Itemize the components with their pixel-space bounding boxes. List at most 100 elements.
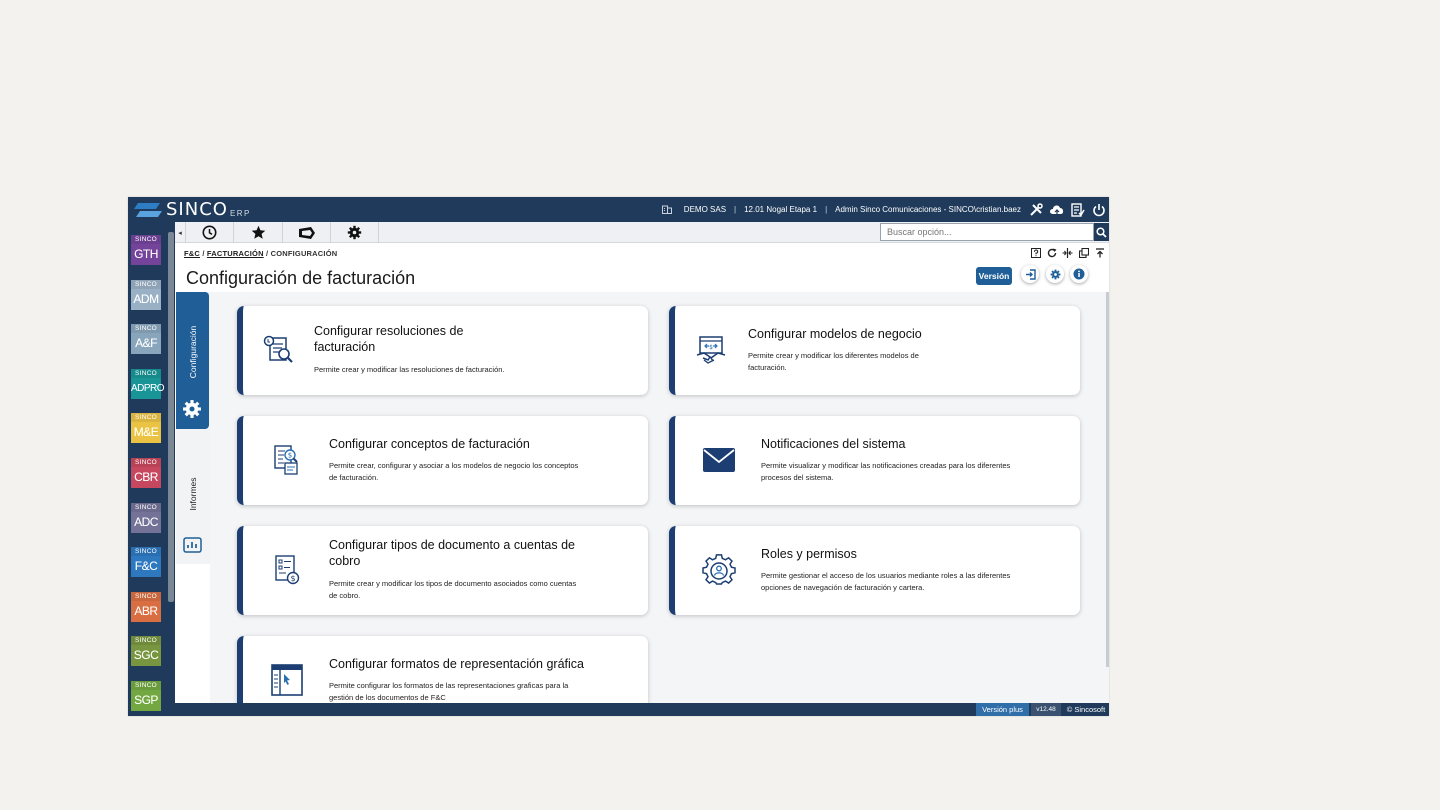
- module-fc[interactable]: SINCO F&C: [131, 547, 161, 578]
- module-gth[interactable]: SINCO GTH: [131, 235, 161, 265]
- tab-configuracion[interactable]: Configuración: [176, 292, 209, 429]
- card-description: Permite visualizar y modificar las notif…: [761, 461, 1011, 482]
- module-code: ADM: [131, 288, 161, 310]
- module-sgp[interactable]: SINCO SGP: [131, 681, 161, 711]
- card-modelos-negocio[interactable]: $ Configurar modelos de negocio Permite …: [669, 306, 1080, 395]
- module-adpro[interactable]: SINCO ADPRO: [131, 368, 165, 399]
- card-title: Configurar conceptos de facturación: [329, 437, 530, 451]
- resolution-search-icon: [259, 330, 299, 370]
- scroll-top-icon[interactable]: [1094, 247, 1105, 258]
- module-adm[interactable]: SINCO ADM: [131, 279, 161, 310]
- module-code: SGP: [131, 690, 161, 711]
- new-window-icon[interactable]: [1078, 247, 1089, 258]
- refresh-icon[interactable]: [1046, 247, 1057, 258]
- tools-icon[interactable]: [1028, 202, 1044, 218]
- rail-scrollbar[interactable]: [168, 232, 174, 602]
- tab-informes[interactable]: Informes: [176, 429, 209, 564]
- breadcrumb-facturacion[interactable]: FACTURACIÓN: [207, 249, 264, 258]
- card-roles-permisos[interactable]: Roles y permisos Permite gestionar el ac…: [669, 526, 1080, 615]
- user-name[interactable]: Admin Sinco Comunicaciones - SINCO\crist…: [835, 205, 1021, 214]
- building-icon: [661, 204, 672, 216]
- module-code: ADC: [131, 511, 161, 533]
- plan-badge: Versión plus: [976, 703, 1029, 716]
- gear-icon: [347, 225, 362, 240]
- power-icon[interactable]: [1091, 202, 1107, 218]
- card-description: Permite crear y modificar los tipos de d…: [329, 579, 577, 600]
- card-title: Roles y permisos: [761, 547, 857, 561]
- cloud-upload-icon[interactable]: [1049, 202, 1065, 218]
- status-bar: Versión plus v12.48 © Sincosoft: [175, 703, 1109, 716]
- collapse-arrow-icon[interactable]: ◂: [175, 222, 186, 243]
- app-window: SINCO ERP DEMO SAS | 12.01 Nogal Etapa 1…: [128, 197, 1109, 716]
- session-info: DEMO SAS | 12.01 Nogal Etapa 1 | Admin S…: [661, 197, 1021, 222]
- module-code: SGC: [131, 645, 161, 667]
- separator: |: [734, 205, 737, 214]
- content-scrollbar[interactable]: [1106, 292, 1109, 667]
- module-tag: SINCO: [131, 324, 161, 334]
- settings-button[interactable]: [331, 222, 379, 243]
- card-title: Configurar tipos de documento a cuentas …: [329, 538, 575, 568]
- breadcrumb: F&C / FACTURACIÓN / CONFIGURACIÓN: [184, 249, 337, 258]
- breadcrumb-separator: /: [265, 249, 269, 258]
- card-description: Permite gestionar el acceso de los usuar…: [761, 571, 1011, 592]
- gear-icon: [183, 400, 201, 418]
- card-title: Configurar formatos de representación gr…: [329, 657, 584, 671]
- checklist-icon[interactable]: [1070, 202, 1086, 218]
- card-description: Permite crear, configurar y asociar a lo…: [329, 461, 579, 482]
- card-description: Permite crear y modificar los diferentes…: [748, 351, 919, 372]
- module-tag: SINCO: [131, 368, 161, 378]
- breadcrumb-current: CONFIGURACIÓN: [270, 249, 338, 258]
- star-icon: [251, 225, 265, 239]
- module-af[interactable]: SINCO A&F: [131, 324, 161, 355]
- copyright: © Sincosoft: [1066, 705, 1106, 714]
- module-tag: SINCO: [131, 279, 161, 289]
- company-name[interactable]: DEMO SAS: [684, 205, 726, 214]
- project-name[interactable]: 12.01 Nogal Etapa 1: [744, 205, 817, 214]
- svg-text:$: $: [709, 344, 713, 351]
- card-notificaciones[interactable]: Notificaciones del sistema Permite visua…: [669, 416, 1080, 505]
- top-icons: [1028, 197, 1107, 222]
- card-conceptos[interactable]: $ Configurar conceptos de facturación Pe…: [237, 416, 648, 505]
- help-icon[interactable]: [1030, 247, 1041, 258]
- module-sgc[interactable]: SINCO SGC: [131, 636, 161, 667]
- sign-in-icon: [1025, 268, 1036, 280]
- module-code: A&F: [131, 333, 161, 355]
- search-button[interactable]: [1094, 223, 1109, 241]
- module-tag: SINCO: [131, 502, 161, 512]
- module-tag: SINCO: [131, 681, 161, 690]
- module-cbr[interactable]: SINCO CBR: [131, 458, 161, 488]
- module-me[interactable]: SINCO M&E: [131, 413, 161, 444]
- content-area: Configurar resoluciones de facturación Pe…: [210, 292, 1109, 716]
- module-code: ADPRO: [131, 377, 165, 399]
- sinco-logo-icon: [134, 202, 162, 217]
- module-adc[interactable]: SINCO ADC: [131, 502, 161, 533]
- document-billing-icon: $: [267, 550, 307, 590]
- version-button[interactable]: Versión: [976, 267, 1012, 285]
- exit-module-button[interactable]: [1021, 265, 1039, 283]
- module-tag: SINCO: [131, 458, 161, 467]
- sinco-logo[interactable]: SINCO ERP: [134, 199, 251, 220]
- module-settings-button[interactable]: [1046, 265, 1064, 283]
- card-title: Configurar resoluciones de facturación: [314, 324, 464, 354]
- info-button[interactable]: [1070, 265, 1088, 283]
- card-resoluciones[interactable]: Configurar resoluciones de facturación Pe…: [237, 306, 648, 395]
- tickets-button[interactable]: [283, 222, 331, 243]
- layout-editor-icon: [267, 660, 307, 700]
- report-chart-icon: [183, 537, 202, 553]
- history-button[interactable]: [186, 222, 234, 243]
- split-view-icon[interactable]: [1062, 247, 1073, 258]
- search-input[interactable]: [880, 223, 1094, 241]
- breadcrumb-separator: /: [202, 249, 205, 258]
- svg-text:$: $: [290, 574, 295, 583]
- module-abr[interactable]: SINCO ABR: [131, 591, 161, 622]
- card-title: Notificaciones del sistema: [761, 437, 906, 451]
- logo-text: SINCO: [166, 199, 228, 220]
- invoice-concepts-icon: $: [267, 440, 307, 480]
- breadcrumb-fc[interactable]: F&C: [184, 249, 200, 258]
- logo-subtext: ERP: [229, 209, 251, 218]
- module-code: M&E: [131, 422, 161, 444]
- favorites-button[interactable]: [234, 222, 283, 243]
- view-tools: [1030, 247, 1105, 258]
- card-tipos-documento[interactable]: $ Configurar tipos de documento a cuenta…: [237, 526, 648, 615]
- module-code: GTH: [131, 244, 161, 265]
